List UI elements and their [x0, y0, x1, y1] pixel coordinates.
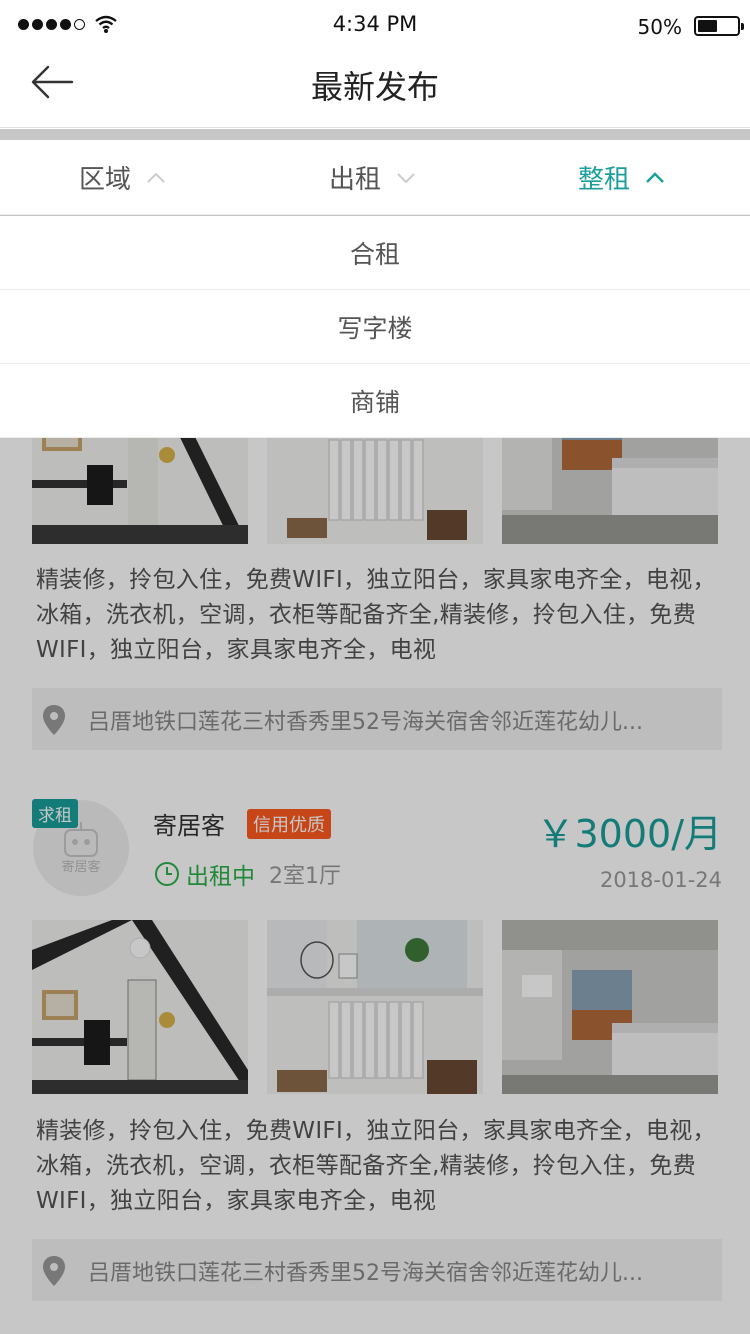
filter-label: 整租: [578, 165, 631, 195]
status-bar: 4:34 PM 50%: [0, 0, 750, 50]
filter-tab-region[interactable]: 区域: [79, 140, 165, 215]
filter-label: 出租: [329, 165, 382, 195]
chevron-down-icon: [397, 172, 415, 183]
filter-tab-whole-rent[interactable]: 整租: [578, 140, 664, 215]
battery-icon: [694, 16, 744, 36]
filter-dropdown-menu: 合租 写字楼 商铺: [0, 216, 750, 438]
chevron-up-icon: [147, 172, 165, 183]
chevron-up-icon: [646, 171, 664, 183]
dropdown-item-shop[interactable]: 商铺: [0, 364, 750, 438]
battery-percent: 50%: [637, 15, 682, 39]
filter-tab-rent[interactable]: 出租: [329, 140, 415, 215]
dropdown-item-office[interactable]: 写字楼: [0, 290, 750, 364]
dropdown-item-shared-rent[interactable]: 合租: [0, 216, 750, 290]
filter-bar: 区域 出租 整租: [0, 140, 750, 215]
filter-label: 区域: [79, 165, 132, 195]
nav-bar: 最新发布: [0, 50, 750, 128]
page-title: 最新发布: [310, 68, 439, 106]
